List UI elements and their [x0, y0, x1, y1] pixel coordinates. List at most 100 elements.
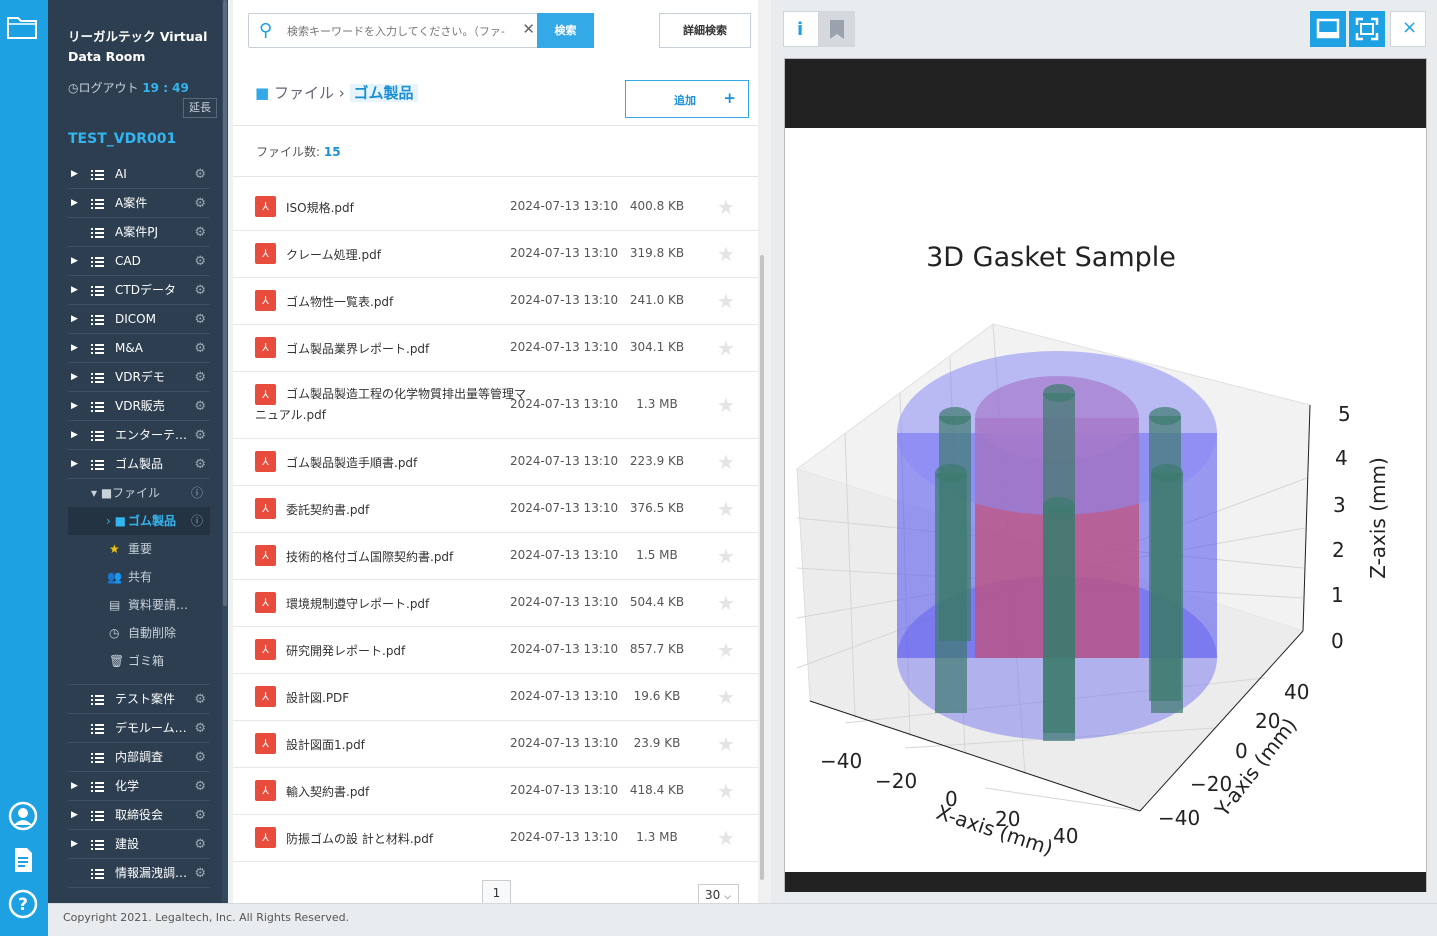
info-icon[interactable]: ⓘ: [191, 479, 203, 507]
sidebar-folder[interactable]: ▶ エンターテ… ⚙: [68, 421, 210, 450]
subitem-trash[interactable]: 🗑 ゴミ箱: [68, 647, 210, 675]
search-input[interactable]: [287, 20, 537, 42]
file-name[interactable]: ISO規格.pdf: [286, 199, 354, 216]
extend-button[interactable]: 延長: [183, 98, 217, 118]
file-name[interactable]: ゴム物性一覧表.pdf: [286, 293, 393, 310]
gear-icon[interactable]: ⚙: [194, 830, 206, 859]
document-icon[interactable]: [8, 845, 38, 875]
caret-right-icon[interactable]: ▶: [71, 276, 78, 305]
caret-right-icon[interactable]: ▶: [71, 421, 78, 450]
sidebar-folder[interactable]: ▶ CTDデータ ⚙: [68, 276, 210, 305]
file-row[interactable]: ⅄ ISO規格.pdf 2024-07-13 13:10 400.8 KB ★: [233, 184, 761, 231]
star-icon[interactable]: ★: [717, 242, 735, 266]
sidebar-folder[interactable]: ▶ VDRデモ ⚙: [68, 363, 210, 392]
sidebar-folder[interactable]: ▶ A案件 ⚙: [68, 189, 210, 218]
sidebar-folder[interactable]: ▶ ゴム製品 ⚙: [68, 450, 210, 479]
advanced-search-button[interactable]: 詳細検索: [659, 13, 751, 48]
file-name[interactable]: 研究開発レポート.pdf: [286, 642, 405, 659]
search-button[interactable]: 検索: [537, 13, 594, 48]
file-name[interactable]: 委託契約書.pdf: [286, 501, 369, 518]
file-row[interactable]: ⅄ ゴム製品製造工程の化学物質排出量等管理マニュアル.pdf 2024-07-13 …: [233, 372, 761, 439]
file-name[interactable]: 設計図.PDF: [286, 689, 349, 706]
gear-icon[interactable]: ⚙: [194, 714, 206, 743]
file-row[interactable]: ⅄ ゴム製品業界レポート.pdf 2024-07-13 13:10 304.1 KB ★: [233, 325, 761, 372]
caret-right-icon[interactable]: ▶: [71, 189, 78, 218]
breadcrumb-root[interactable]: ファイル: [274, 84, 334, 102]
subitem-autodelete[interactable]: ◷ 自動削除: [68, 619, 210, 647]
sidebar-folder[interactable]: ▶ AI ⚙: [68, 160, 210, 189]
sidebar-folder[interactable]: 内部調査 ⚙: [68, 743, 210, 772]
file-row[interactable]: ⅄ 環境規制遵守レポート.pdf 2024-07-13 13:10 504.4 KB ★: [233, 580, 761, 627]
caret-right-icon[interactable]: ▶: [71, 392, 78, 421]
star-icon[interactable]: ★: [717, 685, 735, 709]
clear-icon[interactable]: ✕: [522, 20, 535, 38]
star-icon[interactable]: ★: [717, 195, 735, 219]
file-row[interactable]: ⅄ 技術的格付ゴム国際契約書.pdf 2024-07-13 13:10 1.5 MB ★: [233, 533, 761, 580]
file-name[interactable]: ゴム製品業界レポート.pdf: [286, 340, 429, 357]
gear-icon[interactable]: ⚙: [194, 218, 206, 247]
sidebar-folder[interactable]: ▶ M&A ⚙: [68, 334, 210, 363]
sidebar-folder[interactable]: ▶ 建設 ⚙: [68, 830, 210, 859]
subitem-shared[interactable]: 👥 共有: [68, 563, 210, 591]
caret-right-icon[interactable]: ▶: [71, 772, 78, 801]
add-button[interactable]: 追加 +: [625, 80, 749, 118]
file-row[interactable]: ⅄ 輸入契約書.pdf 2024-07-13 13:10 418.4 KB ★: [233, 768, 761, 815]
sidebar-folder[interactable]: デモルーム… ⚙: [68, 714, 210, 743]
star-icon[interactable]: ★: [717, 544, 735, 568]
file-name[interactable]: 技術的格付ゴム国際契約書.pdf: [286, 548, 453, 565]
fullscreen-button[interactable]: [1349, 11, 1385, 47]
sidebar-folder[interactable]: ▶ 取締役会 ⚙: [68, 801, 210, 830]
file-row[interactable]: ⅄ 研究開発レポート.pdf 2024-07-13 13:10 857.7 KB ★: [233, 627, 761, 674]
caret-right-icon[interactable]: ▶: [71, 247, 78, 276]
caret-right-icon[interactable]: ▶: [71, 363, 78, 392]
caret-right-icon[interactable]: ▶: [71, 160, 78, 189]
star-icon[interactable]: ★: [717, 638, 735, 662]
gear-icon[interactable]: ⚙: [194, 334, 206, 363]
star-icon[interactable]: ★: [717, 393, 735, 417]
file-row[interactable]: ⅄ クレーム処理.pdf 2024-07-13 13:10 319.8 KB ★: [233, 231, 761, 278]
file-name[interactable]: クレーム処理.pdf: [286, 246, 381, 263]
sidebar-folder[interactable]: ▶ 化学 ⚙: [68, 772, 210, 801]
file-name[interactable]: 設計図面1.pdf: [286, 736, 365, 753]
caret-right-icon[interactable]: ▶: [71, 830, 78, 859]
star-icon[interactable]: ★: [717, 336, 735, 360]
list-scrollbar[interactable]: [758, 0, 766, 903]
user-icon[interactable]: [8, 801, 38, 831]
sidebar-folder[interactable]: ▶ DICOM ⚙: [68, 305, 210, 334]
caret-right-icon[interactable]: ▶: [71, 801, 78, 830]
gear-icon[interactable]: ⚙: [194, 685, 206, 714]
subitem-current-folder[interactable]: › ■ ゴム製品 ⓘ: [68, 507, 210, 535]
gear-icon[interactable]: ⚙: [194, 392, 206, 421]
star-icon[interactable]: ★: [717, 289, 735, 313]
bookmark-button[interactable]: [819, 11, 855, 47]
page-button[interactable]: 1: [482, 880, 511, 904]
file-row[interactable]: ⅄ ゴム製品製造手順書.pdf 2024-07-13 13:10 223.9 KB ★: [233, 439, 761, 486]
file-row[interactable]: ⅄ 設計図.PDF 2024-07-13 13:10 19.6 KB ★: [233, 674, 761, 721]
room-name[interactable]: TEST_VDR001: [68, 131, 176, 147]
sidebar-folder[interactable]: ▶ CAD ⚙: [68, 247, 210, 276]
gear-icon[interactable]: ⚙: [194, 859, 206, 888]
star-icon[interactable]: ★: [717, 497, 735, 521]
help-icon[interactable]: ?: [8, 889, 38, 919]
gear-icon[interactable]: ⚙: [194, 772, 206, 801]
gear-icon[interactable]: ⚙: [194, 247, 206, 276]
star-icon[interactable]: ★: [717, 591, 735, 615]
document-viewer[interactable]: 3D Gasket Sample 0 1 2 3 4 5 Z-axis (mm)…: [784, 58, 1427, 892]
gear-icon[interactable]: ⚙: [194, 743, 206, 772]
file-name[interactable]: ゴム製品製造手順書.pdf: [286, 454, 417, 471]
file-row[interactable]: ⅄ 設計図面1.pdf 2024-07-13 13:10 23.9 KB ★: [233, 721, 761, 768]
sidebar-folder[interactable]: 情報漏洩調… ⚙: [68, 859, 210, 888]
caret-right-icon[interactable]: ▶: [71, 334, 78, 363]
gear-icon[interactable]: ⚙: [194, 801, 206, 830]
sidebar-folder[interactable]: A案件PJ ⚙: [68, 218, 210, 247]
subitem-important[interactable]: ★ 重要: [68, 535, 210, 563]
sidebar-folder[interactable]: ▶ VDR販売 ⚙: [68, 392, 210, 421]
file-name[interactable]: ゴム製品製造工程の化学物質排出量等管理マニュアル.pdf: [255, 384, 527, 426]
caret-right-icon[interactable]: ▶: [71, 450, 78, 479]
sidebar-folder[interactable]: テスト案件 ⚙: [68, 685, 210, 714]
gear-icon[interactable]: ⚙: [194, 305, 206, 334]
gear-icon[interactable]: ⚙: [194, 160, 206, 189]
subitem-request[interactable]: ▤ 資料要請…: [68, 591, 210, 619]
file-name[interactable]: 防振ゴムの設 計と材料.pdf: [286, 830, 433, 847]
gear-icon[interactable]: ⚙: [194, 189, 206, 218]
